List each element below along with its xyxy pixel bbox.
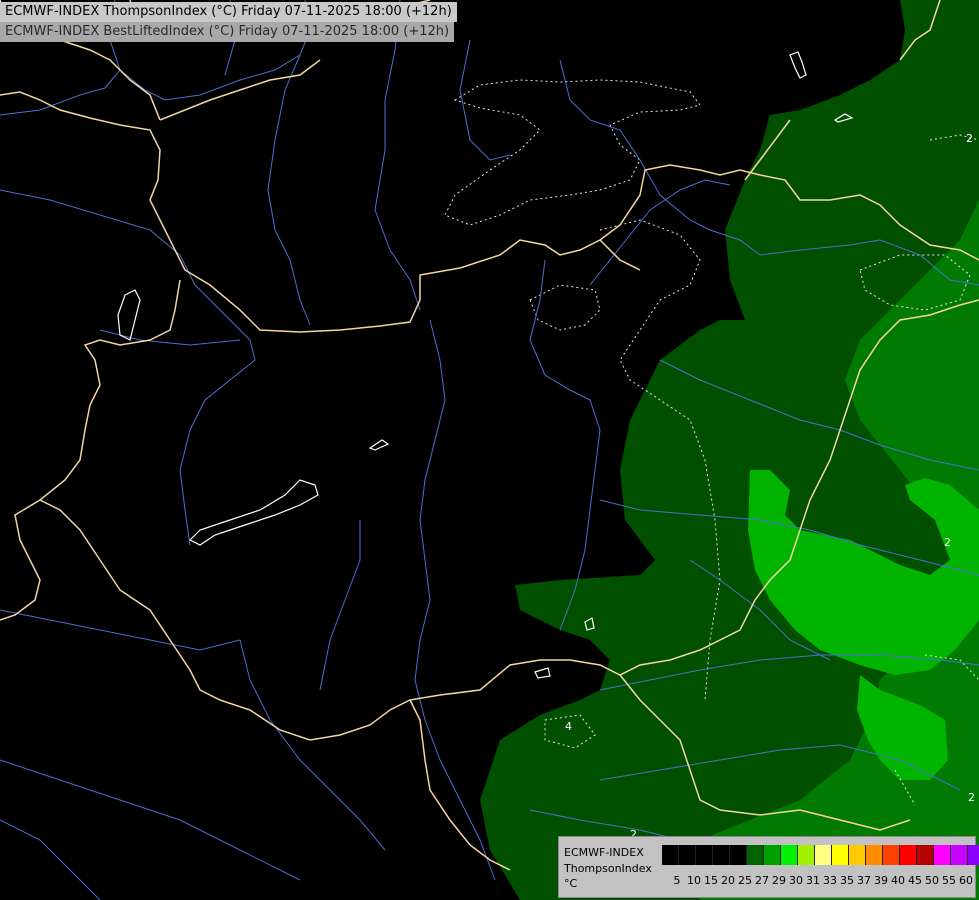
map-title-lifted-index: ECMWF-INDEX BestLiftedIndex (°C) Friday … bbox=[0, 22, 455, 42]
legend-swatch bbox=[730, 845, 747, 865]
color-legend: ECMWF-INDEX ThompsonIndex °C 5 10 15 20 25 27… bbox=[558, 836, 979, 898]
legend-swatch bbox=[781, 845, 798, 865]
legend-model: ECMWF-INDEX bbox=[564, 846, 644, 859]
legend-swatch bbox=[713, 845, 730, 865]
legend-swatch bbox=[662, 845, 679, 865]
legend-swatch bbox=[900, 845, 917, 865]
contour-label: 2 bbox=[944, 536, 951, 549]
legend-parameter: ThompsonIndex bbox=[564, 862, 652, 875]
legend-swatch bbox=[747, 845, 764, 865]
weather-map: 2 2 2 4 2 2 bbox=[0, 0, 979, 900]
contour-label: 4 bbox=[565, 720, 572, 733]
legend-swatch bbox=[815, 845, 832, 865]
legend-swatch bbox=[968, 845, 979, 865]
legend-ticks: 5 10 15 20 25 27 29 30 31 33 35 37 39 40 45 50 55 60 bbox=[662, 875, 974, 887]
legend-swatch bbox=[934, 845, 951, 865]
legend-swatch bbox=[951, 845, 968, 865]
legend-swatches bbox=[662, 845, 979, 865]
legend-swatch bbox=[849, 845, 866, 865]
legend-swatch bbox=[866, 845, 883, 865]
legend-swatch bbox=[883, 845, 900, 865]
legend-swatch bbox=[764, 845, 781, 865]
legend-swatch bbox=[696, 845, 713, 865]
legend-swatch bbox=[832, 845, 849, 865]
legend-tick-label: 60 bbox=[959, 874, 973, 887]
contour-label: 2 bbox=[966, 132, 973, 145]
contour-label: 2 bbox=[968, 791, 975, 804]
map-title-thompson: ECMWF-INDEX ThompsonIndex (°C) Friday 07… bbox=[0, 2, 457, 22]
legend-swatch bbox=[917, 845, 934, 865]
legend-unit: °C bbox=[564, 877, 578, 890]
legend-swatch bbox=[798, 845, 815, 865]
legend-swatch bbox=[679, 845, 696, 865]
